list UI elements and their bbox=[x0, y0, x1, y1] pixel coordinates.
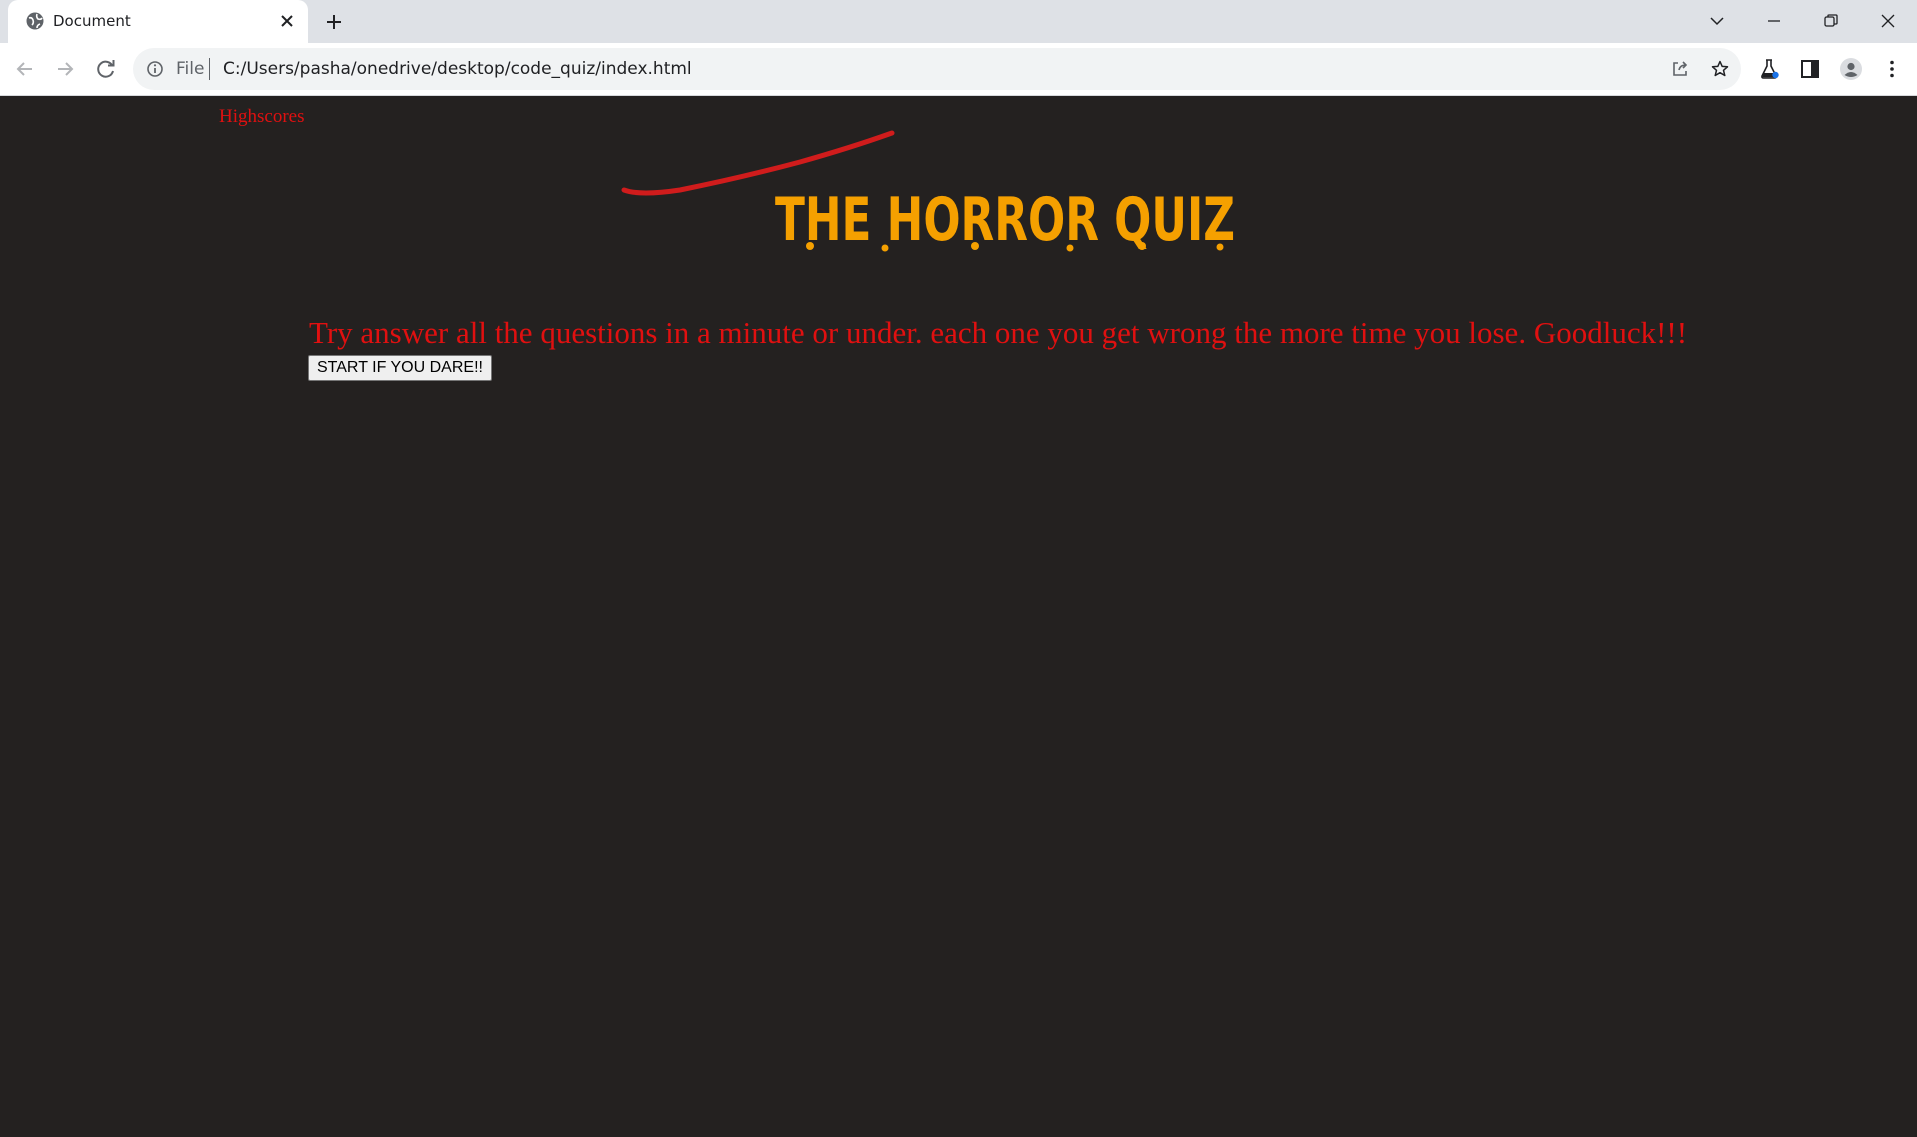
reload-icon[interactable] bbox=[93, 56, 119, 82]
tab-search-button[interactable] bbox=[1697, 6, 1737, 36]
page-content: Highscores THE HORROR QUIZ Try answer al… bbox=[0, 96, 1917, 1137]
globe-icon bbox=[26, 12, 44, 30]
start-button[interactable]: START IF YOU DARE!! bbox=[308, 355, 492, 381]
side-panel-icon[interactable] bbox=[1798, 57, 1822, 81]
minimize-icon bbox=[1768, 20, 1780, 22]
browser-toolbar: File C:/Users/pasha/onedrive/desktop/cod… bbox=[0, 43, 1917, 96]
scheme-label: File bbox=[176, 59, 205, 79]
page-title-text: THE HORROR QUIZ bbox=[775, 185, 1235, 255]
minimize-button[interactable] bbox=[1754, 6, 1794, 36]
back-icon[interactable] bbox=[12, 56, 38, 82]
profile-icon[interactable] bbox=[1839, 57, 1863, 81]
window-close-icon bbox=[1881, 14, 1895, 28]
menu-icon[interactable] bbox=[1880, 57, 1904, 81]
window-close-button[interactable] bbox=[1868, 6, 1908, 36]
highscores-link[interactable]: Highscores bbox=[219, 106, 304, 128]
forward-icon[interactable] bbox=[52, 56, 78, 82]
address-bar[interactable]: File C:/Users/pasha/onedrive/desktop/cod… bbox=[133, 48, 1741, 90]
tab-strip: Document bbox=[0, 0, 1917, 43]
page-title: THE HORROR QUIZ bbox=[775, 185, 1235, 255]
share-icon[interactable] bbox=[1670, 59, 1690, 79]
close-icon[interactable] bbox=[278, 12, 296, 30]
separator bbox=[209, 58, 210, 80]
chevron-down-icon bbox=[1710, 17, 1724, 26]
intro-text: Try answer all the questions in a minute… bbox=[309, 315, 1688, 350]
star-icon[interactable] bbox=[1710, 59, 1730, 79]
url-text[interactable]: C:/Users/pasha/onedrive/desktop/code_qui… bbox=[223, 59, 692, 79]
tab-title: Document bbox=[53, 12, 131, 30]
info-icon[interactable] bbox=[146, 60, 164, 78]
labs-icon[interactable] bbox=[1757, 57, 1781, 81]
restore-button[interactable] bbox=[1811, 6, 1851, 36]
plus-icon[interactable] bbox=[322, 10, 346, 34]
restore-icon bbox=[1824, 14, 1838, 27]
browser-tab[interactable]: Document bbox=[8, 0, 308, 43]
